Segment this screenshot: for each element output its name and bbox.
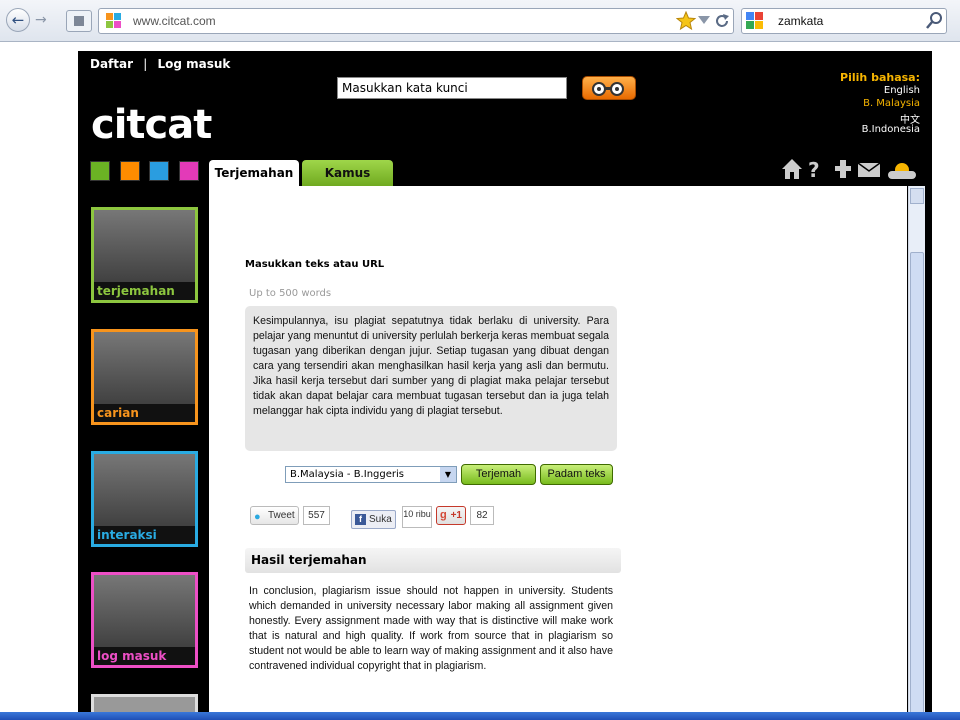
lang-english[interactable]: English [884, 85, 920, 96]
translate-button[interactable]: Terjemah [461, 464, 536, 485]
language-direction-select[interactable]: B.Malaysia - B.Inggeris ▼ [285, 466, 457, 483]
google-icon[interactable] [746, 12, 764, 30]
google-plus-one-button[interactable]: g +1 [436, 506, 466, 525]
address-bar[interactable]: www.citcat.com [98, 8, 734, 34]
svg-text:?: ? [808, 158, 820, 181]
register-link[interactable]: Daftar [90, 57, 133, 71]
plusone-label: +1 [450, 510, 462, 521]
forward-button[interactable]: → [35, 12, 47, 28]
google-plus-icon: g [440, 509, 447, 521]
pink-square[interactable] [179, 161, 199, 181]
binoculars-icon [592, 82, 624, 96]
source-textarea[interactable]: Kesimpulannya, isu plagiat sepatutnya ti… [245, 306, 617, 451]
plus-icon[interactable] [835, 160, 851, 178]
photo-label: carian [94, 404, 195, 422]
like-label: Suka [369, 514, 392, 525]
top-links: Daftar | Log masuk [90, 57, 230, 71]
language-heading: Pilih bahasa: [840, 71, 920, 84]
keyword-input[interactable]: Masukkan kata kunci [337, 77, 567, 99]
header-icons: ? [782, 158, 916, 181]
tweet-count: 557 [303, 506, 330, 525]
magnifier-icon[interactable] [926, 11, 944, 29]
facebook-icon: f [355, 514, 366, 525]
plusone-count: 82 [470, 506, 494, 525]
login-link[interactable]: Log masuk [157, 57, 230, 71]
scroll-thumb[interactable] [910, 252, 924, 714]
facebook-like-button[interactable]: f Suka [351, 510, 396, 529]
photo-label: interaksi [94, 526, 195, 544]
photo-interaksi[interactable]: interaksi [91, 451, 198, 547]
back-button[interactable]: ← [6, 8, 30, 32]
site-favicon [106, 13, 121, 28]
source-text: Kesimpulannya, isu plagiat sepatutnya ti… [253, 315, 609, 417]
photo-label: terjemahan [94, 282, 195, 300]
weather-icon[interactable] [888, 163, 916, 179]
url-text: www.citcat.com [133, 14, 216, 28]
link-separator: | [143, 57, 148, 71]
like-count: 10 ribu [402, 506, 432, 528]
search-field[interactable]: zamkata [741, 8, 947, 34]
bookmark-star-icon[interactable] [676, 11, 696, 31]
home-icon[interactable] [782, 159, 802, 179]
photo-log-masuk[interactable]: log masuk [91, 572, 198, 668]
clear-text-button[interactable]: Padam teks [540, 464, 613, 485]
reload-icon[interactable] [714, 12, 730, 30]
word-limit-hint: Up to 500 words [249, 288, 332, 299]
tab-kamus[interactable]: Kamus [302, 160, 393, 187]
dropdown-icon[interactable] [698, 16, 710, 26]
lang-indonesia[interactable]: B.Indonesia [862, 124, 920, 135]
home-button[interactable] [66, 10, 92, 32]
back-arrow-icon: ← [11, 11, 25, 29]
citcat-logo[interactable]: citcat [91, 100, 212, 150]
green-square[interactable] [90, 161, 110, 181]
os-taskbar [0, 712, 960, 720]
orange-square[interactable] [120, 161, 140, 181]
photo-terjemahan[interactable]: terjemahan [91, 207, 198, 303]
blue-square[interactable] [149, 161, 169, 181]
input-heading: Masukkan teks atau URL [245, 259, 385, 270]
photo-label: log masuk [94, 647, 195, 665]
result-heading: Hasil terjemahan [245, 548, 621, 573]
photo-carian[interactable]: carian [91, 329, 198, 425]
search-value: zamkata [778, 14, 824, 28]
forward-arrow-icon: → [35, 12, 47, 28]
search-go-button[interactable] [582, 76, 636, 100]
select-arrow-icon: ▼ [440, 467, 456, 482]
tab-terjemahan[interactable]: Terjemahan [209, 160, 299, 187]
result-text: In conclusion, plagiarism issue should n… [249, 585, 613, 672]
mail-icon[interactable] [857, 162, 881, 177]
twitter-bird-icon: ● [254, 511, 261, 523]
help-icon[interactable]: ? [808, 158, 820, 181]
vertical-scrollbar[interactable] [908, 186, 925, 720]
tweet-button[interactable]: ● Tweet [250, 506, 299, 525]
lang-malaysia[interactable]: B. Malaysia [863, 98, 920, 109]
direction-value: B.Malaysia - B.Inggeris [290, 469, 404, 480]
keyword-placeholder: Masukkan kata kunci [342, 81, 468, 95]
tweet-label: Tweet [268, 510, 295, 521]
scroll-up-arrow[interactable] [910, 188, 924, 204]
puzzle-icon [74, 16, 84, 26]
